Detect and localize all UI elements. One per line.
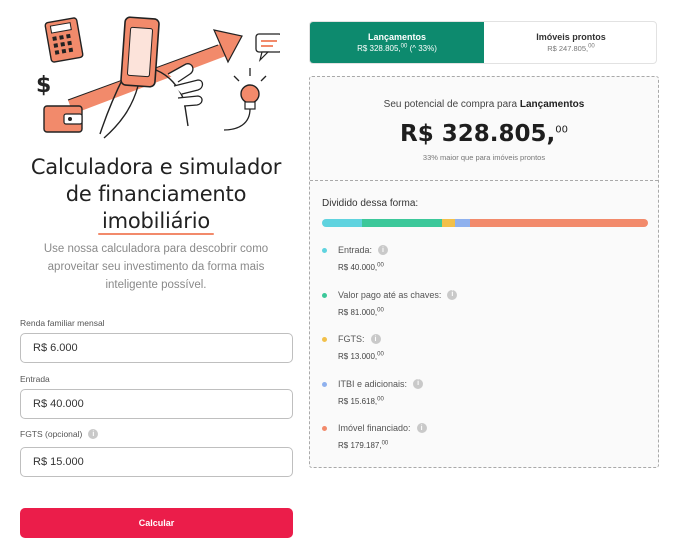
info-icon[interactable]: i (378, 245, 389, 255)
breakdown-item: Valor pago até as chaves: i R$ 81.000,00 (322, 289, 642, 335)
tab-lancamentos-title: Lançamentos (367, 32, 427, 42)
potential-value: R$ 328.805,00 (400, 121, 568, 147)
potential-note: 33% maior que para imóveis prontos (422, 153, 546, 162)
title-line-3-underlined: imobiliário (98, 209, 214, 235)
info-icon[interactable]: i (88, 429, 99, 439)
tab-imoveis-value: R$ 247.805,00 (547, 43, 595, 54)
phone-icon (99, 16, 204, 139)
title-line-1: Calculadora e simulador (30, 155, 282, 179)
income-label: Renda familiar mensal (20, 318, 105, 328)
breakdown-item: Imóvel financiado: i R$ 179.187,00 (322, 423, 642, 468)
info-icon[interactable]: i (447, 289, 458, 300)
entry-label-text: Entrada (20, 374, 50, 384)
calculate-button[interactable]: Calcular (20, 508, 293, 538)
page-title: Calculadora e simulador de financiamento… (20, 154, 292, 235)
fgts-input[interactable]: R$ 15.000 (20, 447, 293, 477)
tab-lancamentos-value: R$ 328.805,00 (^ 33%) (357, 43, 437, 53)
legend-dot (322, 337, 327, 342)
breakdown-bar (322, 219, 648, 227)
purchase-potential: Seu potencial de compra para Lançamentos… (310, 77, 658, 181)
breakdown-title: Dividido dessa forma: (322, 198, 419, 209)
breakdown-item-name: Valor pago até as chaves: i (338, 289, 458, 300)
income-input-value: R$ 6.000 (33, 342, 78, 354)
hero-illustration: $ (28, 14, 283, 140)
fgts-label-text: FGTS (opcional) (20, 429, 83, 439)
result-panel: Seu potencial de compra para Lançamentos… (309, 76, 659, 468)
breakdown-item-value: R$ 81.000,00 (338, 306, 384, 317)
entry-input-value: R$ 40.000 (33, 398, 84, 410)
page-subtitle: Use nossa calculadora para descobrir com… (43, 243, 269, 291)
breakdown-item-name: Imóvel financiado: i (338, 423, 427, 433)
fgts-input-value: R$ 15.000 (33, 456, 84, 468)
calculator-icon (44, 17, 84, 63)
breakdown-item-name: Entrada: i (338, 245, 389, 255)
legend-dot (322, 426, 327, 431)
breakdown-item-name: FGTS: i (338, 334, 381, 344)
info-icon[interactable]: i (370, 334, 381, 344)
breakdown-item: FGTS: i R$ 13.000,00 (322, 334, 642, 379)
title-line-2: de financiamento (65, 182, 247, 206)
breakdown-bar-segment (470, 219, 648, 227)
legend-dot (322, 248, 327, 253)
svg-text:$: $ (36, 73, 51, 98)
info-icon[interactable]: i (413, 378, 424, 389)
wallet-icon (43, 105, 83, 133)
tab-lancamentos[interactable]: Lançamentos R$ 328.805,00 (^ 33%) (310, 22, 484, 63)
breakdown-item-value: R$ 13.000,00 (338, 351, 384, 361)
breakdown-item-name: ITBI e adicionais: i (338, 378, 424, 389)
tab-imoveis-prontos[interactable]: Imóveis prontos R$ 247.805,00 (484, 22, 656, 63)
breakdown-item-value: R$ 40.000,00 (338, 262, 384, 272)
breakdown-bar-segment (454, 219, 471, 227)
breakdown-list: Entrada: i R$ 40.000,00 Valor pago até as c… (322, 245, 642, 468)
income-label-text: Renda familiar mensal (20, 318, 105, 328)
entry-label: Entrada (20, 374, 50, 384)
fgts-label: FGTS (opcional) i (20, 429, 99, 439)
entry-input[interactable]: R$ 40.000 (20, 389, 293, 419)
income-input[interactable]: R$ 6.000 (20, 333, 293, 363)
result-tabs: Lançamentos R$ 328.805,00 (^ 33%) Imóvei… (309, 21, 657, 64)
dollar-icon: $ (36, 73, 51, 98)
info-icon[interactable]: i (416, 423, 427, 433)
chat-bubble-icon (255, 33, 283, 62)
tab-imoveis-title: Imóveis prontos (536, 32, 606, 42)
legend-dot (322, 292, 327, 298)
breakdown-item: ITBI e adicionais: i R$ 15.618,00 (322, 378, 642, 424)
breakdown-bar-segment (361, 219, 442, 227)
breakdown-bar-segment (322, 219, 362, 227)
potential-label: Seu potencial de compra para Lançamentos (383, 99, 585, 110)
breakdown-item-value: R$ 15.618,00 (338, 395, 384, 406)
lightbulb-icon (223, 68, 267, 131)
breakdown-item: Entrada: i R$ 40.000,00 (322, 245, 642, 290)
breakdown-item-value: R$ 179.187,00 (338, 440, 389, 450)
breakdown-bar-segment (441, 219, 455, 227)
legend-dot (322, 381, 327, 387)
